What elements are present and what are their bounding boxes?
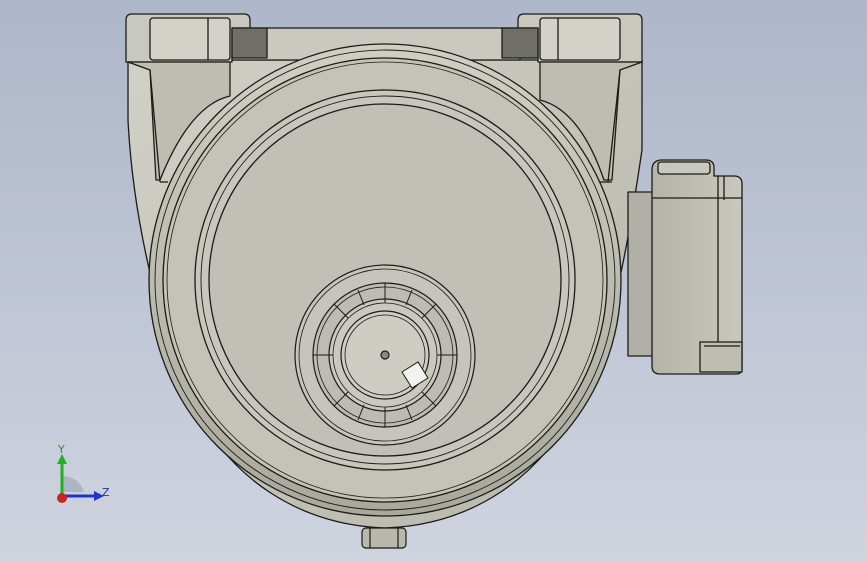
triad-z-label: Z	[102, 486, 110, 499]
x-axis-dot	[57, 493, 67, 503]
terminal-box[interactable]	[627, 159, 743, 375]
drain-plug[interactable]	[361, 527, 407, 549]
triad-y-label: Y	[58, 443, 65, 456]
pump-model-front-view[interactable]	[0, 0, 867, 562]
graphics-viewport[interactable]: Y Z	[0, 0, 867, 562]
shaft-center-hole	[380, 350, 390, 360]
shaft-boss[interactable]	[294, 264, 476, 446]
triad-plane-shade	[62, 475, 84, 492]
